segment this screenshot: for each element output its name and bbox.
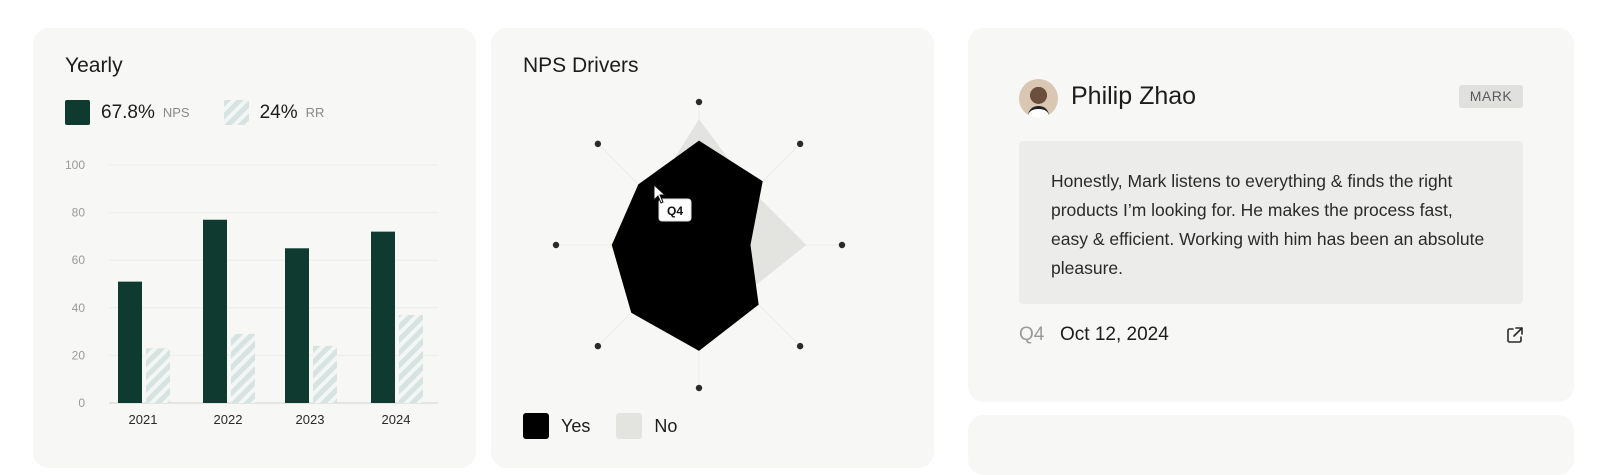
- y-tick-label: 20: [72, 348, 86, 362]
- rr-bar: [399, 314, 423, 403]
- y-tick-label: 60: [72, 253, 86, 267]
- no-swatch: [616, 413, 643, 439]
- radar-axis-dot: [552, 241, 560, 249]
- y-tick-label: 40: [72, 301, 86, 315]
- rr-bar: [313, 345, 337, 403]
- radar-axis-dot: [695, 98, 703, 106]
- nps-bar: [203, 219, 227, 403]
- radar-axis-dot: [796, 342, 804, 350]
- y-tick-label: 80: [72, 206, 86, 220]
- x-tick-label: 2021: [129, 412, 158, 427]
- yes-swatch: [523, 413, 549, 439]
- review-card: Philip Zhao MARK Honestly, Mark listens …: [968, 28, 1574, 402]
- q4-tooltip: Q4: [658, 198, 692, 222]
- external-link-icon[interactable]: [1505, 325, 1525, 345]
- nps-bar: [118, 281, 142, 403]
- yes-area: [611, 140, 763, 351]
- agent-badge: MARK: [1459, 85, 1523, 108]
- radar-axis-dot: [594, 140, 602, 148]
- yes-label: Yes: [561, 415, 591, 436]
- yearly-card: Yearly 67.8% NPS 24% RR 0 20 40 60 80 100 2021…: [33, 28, 476, 468]
- y-tick-label: 100: [65, 158, 85, 172]
- drivers-legend: Yes No: [523, 413, 677, 439]
- avatar: [1019, 79, 1058, 118]
- radar-axis-dot: [838, 241, 846, 249]
- x-tick-label: 2022: [214, 412, 243, 427]
- x-tick-label: 2024: [382, 412, 411, 427]
- review-date: Oct 12, 2024: [1060, 324, 1169, 345]
- radar-axis-dot: [695, 384, 703, 392]
- nps-bar: [371, 231, 395, 403]
- tooltip-label: Q4: [667, 204, 683, 218]
- drivers-card: NPS Drivers Q4 Yes No: [491, 28, 934, 468]
- nps-bar: [285, 248, 309, 403]
- radar-axis-dot: [796, 140, 804, 148]
- no-label: No: [654, 415, 678, 436]
- yearly-bar-chart: 0 20 40 60 80 100 2021 2022 2023 2024: [65, 158, 438, 427]
- reviewer-name: Philip Zhao: [1071, 82, 1197, 110]
- nps-drivers-radar-chart[interactable]: Q4: [491, 28, 934, 468]
- next-review-card: [968, 415, 1574, 475]
- rr-bar: [146, 348, 170, 403]
- y-tick-label: 0: [78, 396, 85, 410]
- review-quarter: Q4: [1019, 324, 1045, 345]
- radar-axis-dot: [594, 342, 602, 350]
- x-tick-label: 2023: [296, 412, 325, 427]
- review-quote: Honestly, Mark listens to everything & f…: [1019, 141, 1523, 304]
- rr-bar: [231, 333, 255, 403]
